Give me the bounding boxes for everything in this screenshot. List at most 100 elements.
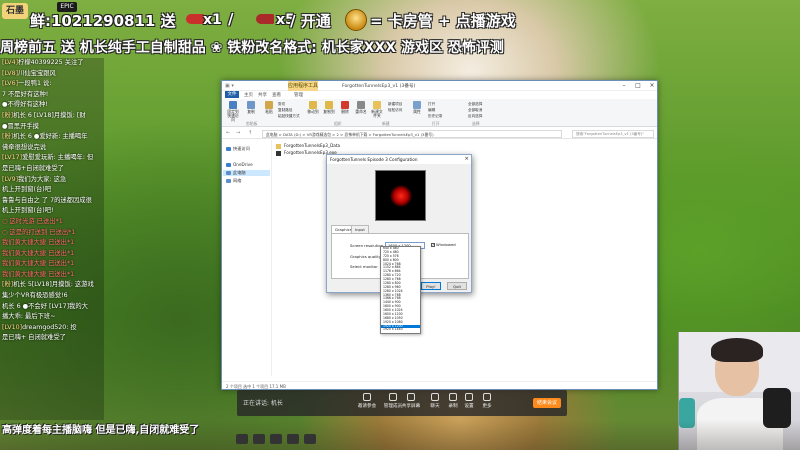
ribbon-small-button[interactable]: 轻松访问 xyxy=(388,108,402,113)
ribbon-group-label: 新建 xyxy=(382,121,390,126)
ribbon-button[interactable]: 重命名 xyxy=(354,101,368,114)
tab-manage[interactable]: 管理 xyxy=(294,92,303,98)
ribbon: 固定到快速访问 复制 粘贴 移动到 复制到 删除 重命名 新建文件夹 属性 剪切 复制路径 粘贴快捷方… xyxy=(222,99,657,127)
ribbon-small-button[interactable]: 反向选择 xyxy=(468,114,482,119)
address-input[interactable]: 此电脑 > DATA (D:) > VR游戏精选包 > 2 > 恐怖单机下载 >… xyxy=(262,130,562,138)
chat-text: 机长 5[LV18]月摸饭: 这游戏 xyxy=(13,281,94,289)
taskbar-icon[interactable] xyxy=(270,434,282,444)
file-row[interactable]: ForgottenTunnelsEp3_Data xyxy=(276,143,340,149)
ribbon-button[interactable]: 新建文件夹 xyxy=(370,101,384,118)
taskbar-icon[interactable] xyxy=(304,434,316,444)
play-button[interactable]: Play! xyxy=(421,282,441,290)
chat-level-badge: [LV10] xyxy=(2,323,23,331)
ribbon-context-tab[interactable]: 应用程序工具 xyxy=(288,81,318,91)
explorer-titlebar[interactable]: ▣ ▾ 应用程序工具 ForgottenTunnelsEp3_v1 (3番号) … xyxy=(222,81,657,91)
navigation-pane: 快速访问 OneDrive 此电脑网络 xyxy=(222,140,272,376)
ribbon-small-button[interactable]: 全部取消 xyxy=(468,108,482,113)
quick-access-toolbar-icon[interactable]: ▣ ▾ xyxy=(225,83,234,89)
close-button[interactable]: × xyxy=(645,81,659,91)
tab-view[interactable]: 查看 xyxy=(272,92,281,98)
chat-text: 机上开到窗(台)吧 xyxy=(2,186,51,194)
nav-item[interactable]: 此电脑 xyxy=(223,170,270,176)
meeting-tool-label: 管理成员 xyxy=(383,404,403,409)
ribbon-button[interactable]: 粘贴 xyxy=(262,101,276,114)
ribbon-button-label: 属性 xyxy=(413,109,421,114)
ribbon-button[interactable]: 属性 xyxy=(410,101,424,114)
up-button[interactable]: ↑ xyxy=(248,130,252,136)
nav-item-icon xyxy=(226,179,231,183)
resolution-option[interactable]: 1920 x 1440 xyxy=(381,327,420,332)
checkbox-check-icon[interactable]: ✓ xyxy=(431,243,435,247)
ribbon-button-icon xyxy=(265,101,273,109)
chat-text: 爱慰爱玩新: 主播喝年: 但 xyxy=(22,154,94,162)
meeting-tool-button[interactable]: 更多 xyxy=(477,393,497,409)
meeting-tool-button[interactable]: 管理成员 xyxy=(383,393,403,409)
windowed-label: Windowed xyxy=(436,242,456,247)
chat-message: [LV6]一段鸭1 说: xyxy=(0,79,104,90)
meeting-tool-icon xyxy=(407,393,415,401)
chat-message: [LV8]川仙宝宝跟风 xyxy=(0,69,104,80)
banner-reward-text: = 卡房管 + 点播游戏 xyxy=(370,12,516,30)
ribbon-small-button[interactable]: 新建项目 xyxy=(388,102,402,107)
ribbon-button[interactable]: 固定到快速访问 xyxy=(226,101,240,122)
ribbon-button[interactable]: 复制到 xyxy=(322,101,336,114)
chat-message: [粉]机长 5[LV18]月摸饭: 这游戏 xyxy=(0,280,104,291)
ribbon-button-label: 固定到快速访问 xyxy=(227,109,239,122)
ribbon-small-button[interactable]: 剪切 xyxy=(278,102,285,107)
meeting-tool-button[interactable]: 聊天 xyxy=(425,393,445,409)
quit-button[interactable]: Quit xyxy=(447,282,467,290)
ribbon-button[interactable]: 移动到 xyxy=(306,101,320,114)
taskbar-icon[interactable] xyxy=(236,434,248,444)
chat-message: [粉]机长 6 ●爱好新: 主播喝年 xyxy=(0,132,104,143)
ribbon-small-button[interactable]: 编辑 xyxy=(428,108,435,113)
ribbon-button-label: 新建文件夹 xyxy=(371,109,383,118)
ribbon-group-label: 打开 xyxy=(432,121,440,126)
ribbon-button-icon xyxy=(373,101,381,109)
resolution-dropdown-list[interactable]: 640 x 480 720 x 480 720 x 576 800 x 600 1024… xyxy=(380,246,421,334)
ribbon-button[interactable]: 删除 xyxy=(338,101,352,114)
forward-button[interactable]: → xyxy=(236,130,240,136)
taskbar-icon[interactable] xyxy=(253,434,265,444)
windowed-checkbox[interactable]: ✓Windowed xyxy=(431,242,456,247)
banner-gift-text: 鲜:1021290811 送 xyxy=(30,12,176,30)
ribbon-small-button[interactable]: 全部选择 xyxy=(468,102,482,107)
tab-home[interactable]: 主页 xyxy=(244,92,253,98)
ribbon-small-button[interactable]: 打开 xyxy=(428,102,435,107)
meeting-tool-button[interactable]: 共享屏幕 xyxy=(401,393,421,409)
chat-text: 机长 6 ●不会好 [LV17]我的大 xyxy=(2,302,88,310)
ribbon-small-button[interactable]: 粘贴快捷方式 xyxy=(278,114,300,119)
chat-text: 我们为大家: 这急 xyxy=(18,175,67,183)
taskbar-icon[interactable] xyxy=(287,434,299,444)
search-input[interactable]: 搜索"ForgottenTunnelsEp3_v1 (3番号)" xyxy=(572,130,654,138)
tab-input[interactable]: Input xyxy=(351,225,369,233)
tab-file[interactable]: 文件 xyxy=(225,91,239,98)
dialog-close-icon[interactable]: × xyxy=(464,155,469,164)
nav-item[interactable]: 快速访问 xyxy=(226,146,250,152)
nav-item[interactable]: OneDrive xyxy=(226,162,253,167)
ribbon-button-icon xyxy=(357,101,365,109)
nav-item[interactable]: 网络 xyxy=(226,178,241,184)
meeting-tool-button[interactable]: 邀请参会 xyxy=(357,393,377,409)
meeting-tool-button[interactable]: 设置 xyxy=(459,393,479,409)
ribbon-small-button[interactable]: 历史记录 xyxy=(428,114,442,119)
meeting-tool-label: 设置 xyxy=(464,404,474,409)
chat-text: 机长 6 [LV18]月摸饭: [财 xyxy=(13,111,86,119)
ribbon-tabs: 文件 主页 共享 查看 管理 xyxy=(222,91,657,99)
chat-level-badge: [LV4] xyxy=(2,59,19,66)
chat-text: ●不得好有这种! xyxy=(2,101,48,109)
address-bar-row: ← → ↑ 此电脑 > DATA (D:) > VR游戏精选包 > 2 > 恐怖… xyxy=(222,128,657,139)
ribbon-small-button[interactable]: 复制路径 xyxy=(278,108,292,113)
chat-message: [LV17]爱慰爱玩新: 主播喝年: 但 xyxy=(0,153,104,164)
end-meeting-button[interactable]: 结束会议 xyxy=(533,398,561,408)
ribbon-button[interactable]: 复制 xyxy=(244,101,258,114)
window-title: ForgottenTunnelsEp3_v1 (3番号) xyxy=(342,84,416,89)
nav-item-icon xyxy=(226,163,231,167)
dialog-title: ForgottenTunnels Episode 3 Configuration xyxy=(327,155,471,164)
tab-share[interactable]: 共享 xyxy=(258,92,267,98)
minimize-button[interactable]: – xyxy=(617,81,631,91)
back-button[interactable]: ← xyxy=(226,130,230,136)
maximize-button[interactable]: □ xyxy=(631,81,645,91)
meeting-toolbar: 正在讲话: 机长 结束会议 邀请参会 管理成员 共享屏幕 聊天 录制 设置 更多 xyxy=(237,390,567,416)
meeting-tool-label: 聊天 xyxy=(430,404,440,409)
chat-message: ○ 这时光游 已送出*1 xyxy=(0,217,104,228)
